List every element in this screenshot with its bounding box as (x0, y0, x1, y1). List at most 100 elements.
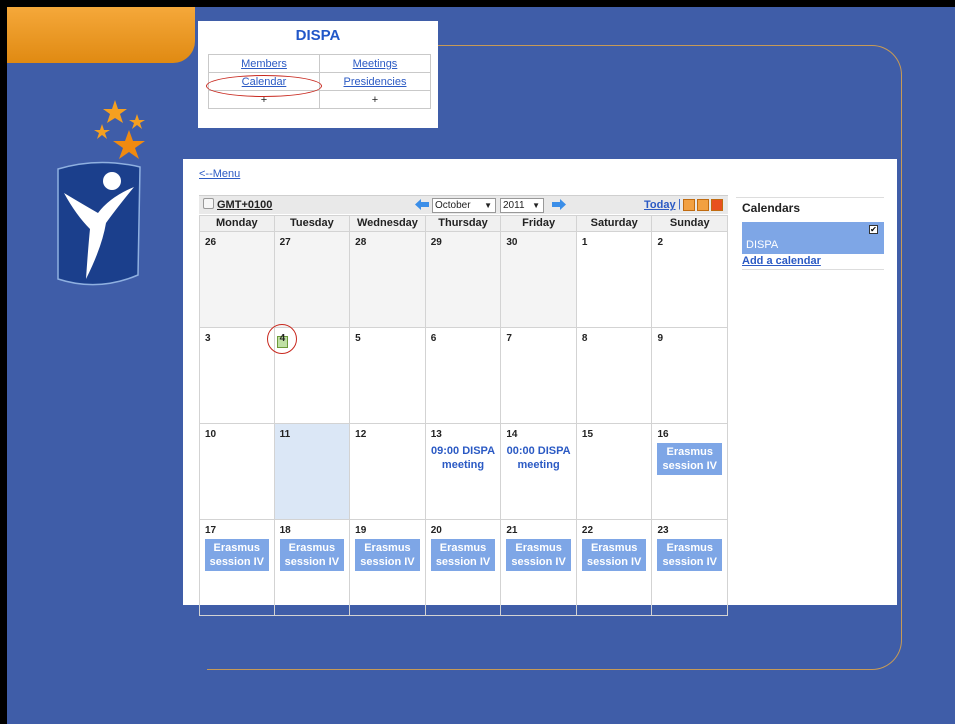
day-number: 4 (279, 333, 286, 344)
event-block[interactable]: Erasmus session IV (205, 539, 269, 571)
day-number: 30 (506, 237, 518, 248)
event-link[interactable]: 00:00 DISPA meeting (503, 444, 574, 472)
day-number: 21 (506, 525, 518, 536)
menu-add-button[interactable]: + (319, 90, 431, 109)
menu-link-calendar[interactable]: Calendar (208, 72, 320, 91)
timezone-label: GMT+0100 (217, 199, 273, 211)
day-cell[interactable]: 6 (425, 328, 502, 424)
day-number: 28 (355, 237, 367, 248)
year-select[interactable]: 2011 ▼ (500, 198, 544, 213)
event-link[interactable]: 09:00 DISPA meeting (428, 444, 499, 472)
next-month-arrow-icon[interactable] (552, 199, 566, 210)
day-number: 1 (581, 237, 588, 248)
month-view-icon[interactable] (711, 199, 723, 211)
menu-link-members[interactable]: Members (208, 54, 320, 73)
week-view-icon[interactable] (697, 199, 709, 211)
day-number: 18 (279, 525, 291, 536)
event-block[interactable]: Erasmus session IV (279, 539, 345, 571)
day-cell[interactable]: 5 (350, 328, 426, 424)
day-cell[interactable]: 16 Erasmus session IV (652, 424, 729, 520)
day-cell[interactable]: 18 Erasmus session IV (274, 520, 351, 616)
day-view-icon[interactable] (683, 199, 695, 211)
weekday-label: Tuesday (274, 215, 351, 232)
day-cell[interactable]: 19 Erasmus session IV (350, 520, 426, 616)
calendars-sidebar: Calendars ✔ DISPA Add a calendar (736, 197, 884, 270)
day-number: 15 (581, 429, 594, 440)
day-cell[interactable]: 29 (425, 232, 502, 328)
event-block[interactable]: Erasmus session IV (506, 539, 571, 571)
day-cell[interactable]: 14 00:00 DISPA meeting (501, 424, 577, 520)
day-number: 3 (205, 333, 211, 344)
day-number: 6 (430, 333, 437, 344)
day-cell[interactable]: 4 (274, 328, 351, 424)
day-cell[interactable]: 17 Erasmus session IV (199, 520, 275, 616)
day-cell[interactable]: 12 (350, 424, 426, 520)
day-number: 23 (657, 525, 669, 536)
day-number: 26 (205, 237, 217, 248)
day-cell[interactable]: 8 (576, 328, 653, 424)
frame-line-decoration (207, 669, 457, 670)
day-number: 12 (355, 429, 367, 440)
back-to-menu-link[interactable]: <--Menu (199, 168, 240, 180)
weekday-header: Monday Tuesday Wednesday Thursday Friday Satu… (199, 215, 729, 232)
day-cell[interactable]: 26 (199, 232, 275, 328)
weekday-label: Friday (501, 215, 577, 232)
weekday-label: Sunday (652, 215, 729, 232)
orange-tab-decoration (7, 7, 195, 63)
toolbar-separator: | (678, 198, 681, 210)
day-number: 2 (657, 237, 664, 248)
day-number: 10 (205, 429, 217, 440)
day-cell[interactable]: 23 Erasmus session IV (652, 520, 729, 616)
menu-link-meetings[interactable]: Meetings (319, 54, 431, 73)
event-block[interactable]: Erasmus session IV (657, 443, 723, 475)
day-cell[interactable]: 13 09:00 DISPA meeting (425, 424, 502, 520)
day-number: 22 (581, 525, 594, 536)
day-cell[interactable]: 22 Erasmus session IV (576, 520, 653, 616)
day-cell[interactable]: 7 (501, 328, 577, 424)
day-cell[interactable]: 30 (501, 232, 577, 328)
settings-icon (203, 198, 214, 209)
event-block[interactable]: Erasmus session IV (355, 539, 420, 571)
calendar-panel: <--Menu GMT+0100 October ▼ 2011 ▼ Today | … (183, 159, 897, 616)
month-grid: 26 27 28 29 30 1 2 3 4 5 6 7 8 9 10 11 12 13 09:00 DISPA m… (199, 232, 729, 616)
day-cell[interactable]: 21 Erasmus session IV (501, 520, 577, 616)
organization-logo (57, 161, 141, 286)
menu-link-presidencies[interactable]: Presidencies (319, 72, 431, 91)
day-cell[interactable]: 9 (652, 328, 729, 424)
weekday-label: Monday (199, 215, 275, 232)
event-block[interactable]: Erasmus session IV (581, 539, 647, 571)
day-number: 19 (355, 525, 367, 536)
month-select[interactable]: October ▼ (432, 198, 496, 213)
event-block[interactable]: Erasmus session IV (657, 539, 723, 571)
day-cell[interactable]: 20 Erasmus session IV (425, 520, 502, 616)
day-cell[interactable]: 10 (199, 424, 275, 520)
timezone-link[interactable]: GMT+0100 (203, 198, 272, 211)
week-row: 3 4 5 6 7 8 9 (199, 324, 729, 424)
add-calendar-link[interactable]: Add a calendar (742, 255, 884, 270)
today-link[interactable]: Today (644, 199, 676, 211)
day-number: 7 (506, 333, 512, 344)
day-number: 11 (279, 429, 291, 440)
day-cell[interactable]: 3 (199, 324, 297, 424)
day-number: 29 (430, 237, 442, 248)
day-cell[interactable]: 11 (274, 424, 351, 520)
calendar-list-item[interactable]: ✔ DISPA (742, 222, 884, 254)
year-value: 2011 (503, 200, 525, 211)
previous-month-arrow-icon[interactable] (415, 199, 429, 210)
day-cell[interactable]: 15 (576, 424, 653, 520)
month-value: October (435, 200, 471, 211)
dropdown-arrow-icon: ▼ (484, 201, 492, 210)
day-cell[interactable]: 2 (652, 232, 729, 328)
calendars-title: Calendars (736, 197, 884, 218)
stars-icon (94, 100, 145, 159)
calendar-visible-checkbox[interactable]: ✔ (869, 225, 878, 234)
menu-add-button[interactable]: + (208, 90, 320, 109)
day-number: 17 (205, 525, 217, 536)
day-number: 9 (657, 333, 664, 344)
event-block[interactable]: Erasmus session IV (430, 539, 496, 571)
day-cell[interactable]: 28 (350, 232, 426, 328)
day-cell[interactable]: 27 (274, 232, 351, 328)
weekday-label: Saturday (576, 215, 653, 232)
day-number: 27 (279, 237, 291, 248)
day-cell[interactable]: 1 (576, 232, 653, 328)
